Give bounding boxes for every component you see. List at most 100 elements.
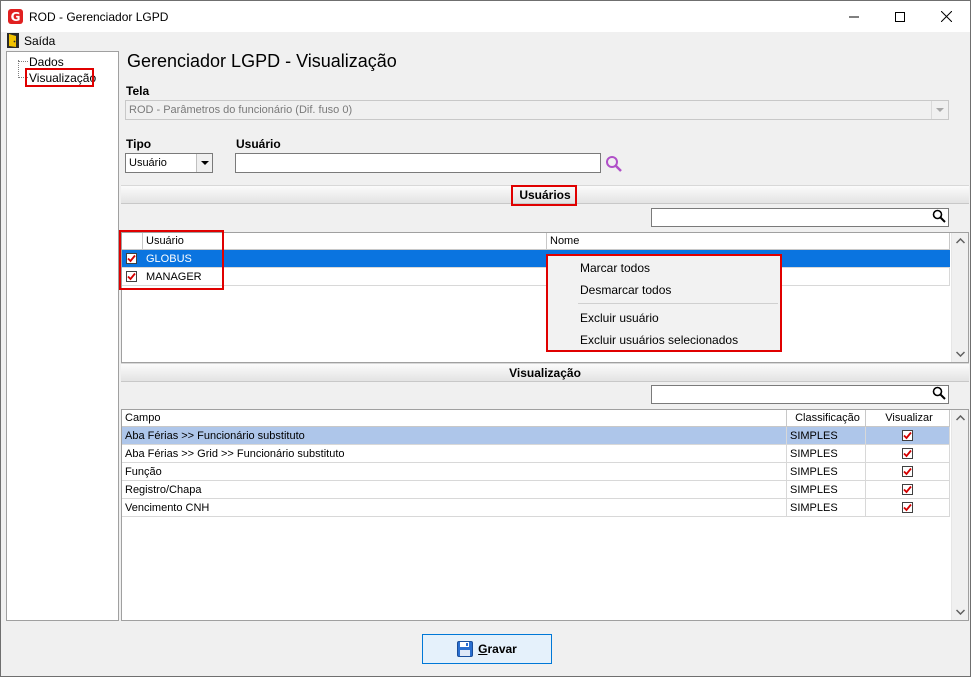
menu-item-excluir-selecionados[interactable]: Excluir usuários selecionados bbox=[580, 333, 738, 347]
minimize-icon bbox=[849, 16, 859, 17]
cell-visualizar bbox=[866, 427, 950, 445]
visualizacao-grid: Campo Classificação Visualizar Aba Féria… bbox=[121, 409, 969, 621]
tipo-select-value: Usuário bbox=[129, 157, 167, 169]
chevron-down-icon bbox=[936, 107, 944, 112]
checkmark-icon bbox=[903, 449, 912, 458]
cell-campo: Aba Férias >> Grid >> Funcionário substi… bbox=[122, 445, 787, 463]
cell-campo: Vencimento CNH bbox=[122, 499, 787, 517]
table-row[interactable]: Aba Férias >> Funcionário substituto SIM… bbox=[122, 427, 950, 445]
maximize-icon bbox=[895, 11, 905, 22]
tree-item-dados[interactable]: Dados bbox=[29, 55, 64, 69]
checkmark-icon bbox=[903, 503, 912, 512]
cell-classificacao: SIMPLES bbox=[787, 481, 866, 499]
svg-text:G: G bbox=[11, 10, 21, 24]
tree-connector bbox=[18, 61, 28, 62]
visualizacao-filter-input[interactable] bbox=[651, 385, 949, 404]
window-title: ROD - Gerenciador LGPD bbox=[29, 10, 169, 24]
scroll-up-arrow[interactable] bbox=[955, 236, 965, 246]
filter-search-icon[interactable] bbox=[932, 386, 946, 400]
visualizacao-section-title: Visualização bbox=[509, 366, 581, 380]
checkmark-icon bbox=[903, 485, 912, 494]
chevron-up-icon bbox=[955, 415, 965, 421]
checkmark-icon bbox=[903, 467, 912, 476]
menu-bar: Saída bbox=[1, 32, 970, 50]
table-row[interactable]: GLOBUS bbox=[122, 250, 950, 268]
table-row[interactable]: MANAGER bbox=[122, 268, 950, 286]
chevron-down-icon bbox=[955, 609, 965, 615]
menu-separator bbox=[578, 303, 778, 304]
table-row[interactable]: Registro/Chapa SIMPLES bbox=[122, 481, 950, 499]
visualizar-checkbox[interactable] bbox=[902, 502, 913, 513]
tipo-label: Tipo bbox=[126, 137, 152, 151]
tela-combo: ROD - Parâmetros do funcionário (Dif. fu… bbox=[125, 100, 949, 120]
visualizar-checkbox[interactable] bbox=[902, 466, 913, 477]
column-header-nome[interactable]: Nome bbox=[547, 233, 950, 250]
table-row[interactable]: Função SIMPLES bbox=[122, 463, 950, 481]
usuarios-filter-input[interactable] bbox=[651, 208, 949, 227]
usuario-input[interactable] bbox=[235, 153, 601, 173]
tipo-select[interactable]: Usuário bbox=[125, 153, 213, 173]
app-window: G ROD - Gerenciador LGPD Saída Dados Vis… bbox=[0, 0, 971, 677]
menu-item-excluir-usuario[interactable]: Excluir usuário bbox=[580, 311, 659, 325]
visualizar-checkbox[interactable] bbox=[902, 430, 913, 441]
maximize-button[interactable] bbox=[877, 1, 923, 32]
column-header-classificacao[interactable]: Classificação bbox=[787, 410, 866, 427]
filter-search-icon[interactable] bbox=[932, 209, 946, 223]
cell-visualizar bbox=[866, 481, 950, 499]
floppy-disk-icon bbox=[457, 641, 474, 657]
tela-label: Tela bbox=[126, 84, 150, 98]
exit-menu-item[interactable]: Saída bbox=[24, 34, 55, 48]
scroll-up-arrow[interactable] bbox=[955, 413, 965, 423]
title-bar[interactable]: G ROD - Gerenciador LGPD bbox=[1, 1, 970, 32]
close-button[interactable] bbox=[923, 1, 969, 32]
column-header-campo[interactable]: Campo bbox=[122, 410, 787, 427]
close-icon bbox=[940, 11, 952, 22]
usuario-label: Usuário bbox=[236, 137, 281, 151]
cell-campo: Função bbox=[122, 463, 787, 481]
cell-campo: Aba Férias >> Funcionário substituto bbox=[122, 427, 787, 445]
cell-visualizar bbox=[866, 463, 950, 481]
visualizacao-scrollbar[interactable] bbox=[951, 410, 968, 620]
search-icon[interactable] bbox=[605, 155, 623, 173]
highlight-box bbox=[119, 230, 224, 290]
scroll-down-arrow[interactable] bbox=[955, 607, 965, 617]
page-title: Gerenciador LGPD - Visualização bbox=[127, 51, 397, 71]
save-button-label: Gravar bbox=[478, 642, 517, 656]
usuarios-scrollbar[interactable] bbox=[951, 233, 968, 362]
cell-classificacao: SIMPLES bbox=[787, 463, 866, 481]
cell-visualizar bbox=[866, 499, 950, 517]
app-logo-icon: G bbox=[8, 9, 23, 24]
minimize-button[interactable] bbox=[831, 1, 877, 32]
menu-item-marcar-todos[interactable]: Marcar todos bbox=[580, 261, 650, 275]
chevron-down-icon bbox=[955, 351, 965, 357]
highlight-box bbox=[511, 185, 577, 206]
context-menu: Marcar todos Desmarcar todos Excluir usu… bbox=[546, 254, 782, 352]
usuarios-grid: Usuário Nome GLOBUS MANAGER bbox=[121, 232, 969, 363]
tree-connector bbox=[18, 60, 19, 78]
table-row[interactable]: Aba Férias >> Grid >> Funcionário substi… bbox=[122, 445, 950, 463]
highlight-box bbox=[25, 68, 94, 87]
chevron-up-icon bbox=[955, 238, 965, 244]
exit-door-icon[interactable] bbox=[7, 33, 19, 48]
tela-combo-value: ROD - Parâmetros do funcionário (Dif. fu… bbox=[129, 104, 353, 116]
visualizacao-grid-header: Campo Classificação Visualizar bbox=[122, 410, 950, 427]
cell-visualizar bbox=[866, 445, 950, 463]
cell-classificacao: SIMPLES bbox=[787, 445, 866, 463]
column-header-visualizar[interactable]: Visualizar bbox=[866, 410, 950, 427]
cell-classificacao: SIMPLES bbox=[787, 499, 866, 517]
tipo-select-arrow[interactable] bbox=[196, 154, 212, 172]
tela-combo-arrow bbox=[931, 101, 948, 119]
visualizar-checkbox[interactable] bbox=[902, 484, 913, 495]
visualizacao-section-header: Visualização bbox=[121, 363, 969, 382]
menu-item-desmarcar-todos[interactable]: Desmarcar todos bbox=[580, 283, 671, 297]
navigation-tree: Dados Visualização bbox=[6, 51, 119, 621]
cell-classificacao: SIMPLES bbox=[787, 427, 866, 445]
cell-campo: Registro/Chapa bbox=[122, 481, 787, 499]
save-button[interactable]: Gravar bbox=[422, 634, 552, 664]
usuarios-grid-header: Usuário Nome bbox=[122, 233, 950, 250]
checkmark-icon bbox=[903, 431, 912, 440]
scroll-down-arrow[interactable] bbox=[955, 349, 965, 359]
chevron-down-icon bbox=[200, 160, 209, 165]
table-row[interactable]: Vencimento CNH SIMPLES bbox=[122, 499, 950, 517]
visualizar-checkbox[interactable] bbox=[902, 448, 913, 459]
